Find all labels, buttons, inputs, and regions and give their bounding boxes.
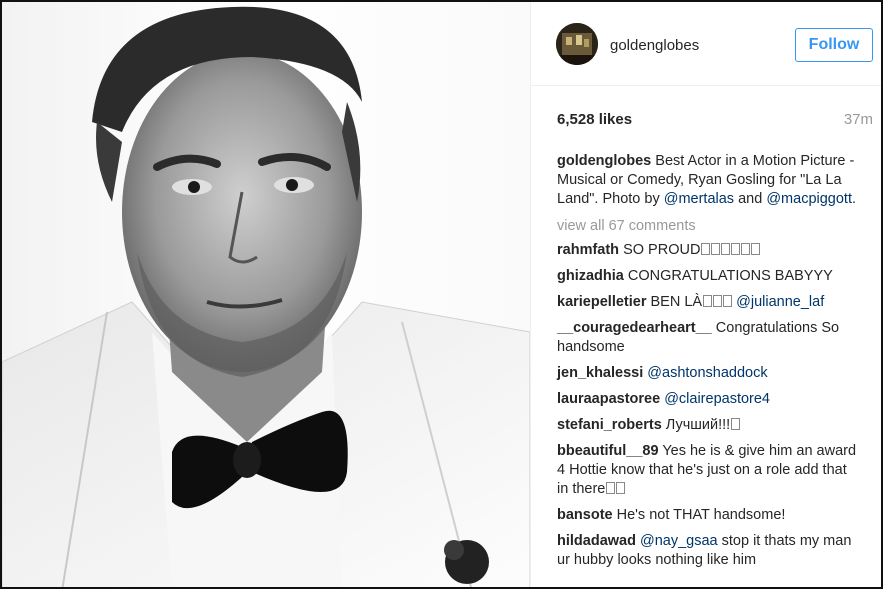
comment-username[interactable]: lauraapastoree <box>557 391 660 407</box>
post-photo[interactable] <box>2 2 530 587</box>
comment-mention[interactable]: @ashtonshaddock <box>647 365 767 381</box>
comment-username[interactable]: __couragedearheart__ <box>557 320 712 336</box>
comment-item: lauraapastoree @clairepastore4 <box>557 390 857 409</box>
comment-item: __couragedearheart__ Congratulations So … <box>557 319 857 357</box>
emoji-placeholder-icon <box>616 482 626 494</box>
follow-button[interactable]: Follow <box>795 28 873 62</box>
emoji-placeholder-icon <box>741 243 751 255</box>
caption-and: and <box>738 191 763 207</box>
portrait-illustration <box>2 6 530 587</box>
comment-item: bansote He's not THAT handsome! <box>557 506 857 525</box>
comment-item: hildadawad @nay_gsaa stop it thats my ma… <box>557 532 857 570</box>
comment-username[interactable]: ghizadhia <box>557 268 624 284</box>
emoji-placeholder-icon <box>711 243 721 255</box>
comment-item: kariepelletier BEN LÀ @julianne_laf <box>557 293 857 312</box>
comment-username[interactable]: bbeautiful__89 <box>557 443 659 459</box>
caption-mention[interactable]: @mertalas <box>664 191 734 207</box>
comment-text: SO PROUD <box>623 242 701 258</box>
comment-text: CONGRATULATIONS BABYYY <box>627 268 833 284</box>
comment-item: bbeautiful__89 Yes he is & give him an a… <box>557 442 857 499</box>
comment-username[interactable]: jen_khalessi <box>557 365 643 381</box>
caption-end: . <box>851 191 857 207</box>
emoji-placeholder-icon <box>606 482 616 494</box>
emoji-placeholder-icon <box>731 418 741 430</box>
emoji-placeholder-icon <box>723 295 733 307</box>
post-timestamp: 37m <box>843 111 873 128</box>
comment-username[interactable]: rahmfath <box>557 242 619 258</box>
comment-username[interactable]: stefani_roberts <box>557 417 662 433</box>
comment-username[interactable]: bansote <box>557 507 613 523</box>
emoji-placeholder-icon <box>721 243 731 255</box>
comment-username[interactable]: kariepelletier <box>557 294 646 310</box>
post-header: goldenglobes Follow <box>531 2 881 86</box>
likes-count[interactable]: 6,528 likes <box>557 111 632 128</box>
comment-text: BEN LÀ <box>650 294 703 310</box>
comments-list: goldenglobes Best Actor in a Motion Pict… <box>557 152 857 577</box>
emoji-placeholder-icon <box>703 295 713 307</box>
comment-mention[interactable]: @clairepastore4 <box>664 391 770 407</box>
comment-text: Лучший!!! <box>665 417 731 433</box>
view-all-comments-link[interactable]: view all 67 comments <box>557 217 857 236</box>
emoji-placeholder-icon <box>751 243 761 255</box>
comment-mention[interactable]: @nay_gsaa <box>640 533 718 549</box>
post-username[interactable]: goldenglobes <box>610 37 699 54</box>
comment-items: rahmfath SO PROUD ghizadhia CONGRATULATIO… <box>557 241 857 570</box>
comment-username[interactable]: hildadawad <box>557 533 636 549</box>
emoji-placeholder-icon <box>713 295 723 307</box>
comment-mention[interactable]: @julianne_laf <box>736 294 824 310</box>
emoji-placeholder-icon <box>731 243 741 255</box>
comment-item: ghizadhia CONGRATULATIONS BABYYY <box>557 267 857 286</box>
emoji-placeholder-icon <box>701 243 711 255</box>
post-caption: goldenglobes Best Actor in a Motion Pict… <box>557 152 857 209</box>
instagram-post-frame: goldenglobes Follow 6,528 likes 37m gold… <box>0 0 883 589</box>
comment-item: jen_khalessi @ashtonshaddock <box>557 364 857 383</box>
comment-item: rahmfath SO PROUD <box>557 241 857 260</box>
comment-item: stefani_roberts Лучший!!! <box>557 416 857 435</box>
caption-mention[interactable]: @macpiggott <box>766 191 852 207</box>
avatar[interactable] <box>556 23 598 65</box>
avatar-image <box>556 23 598 65</box>
caption-username[interactable]: goldenglobes <box>557 153 651 169</box>
comment-text: He's not THAT handsome! <box>616 507 786 523</box>
post-sidebar: goldenglobes Follow 6,528 likes 37m gold… <box>530 2 881 587</box>
